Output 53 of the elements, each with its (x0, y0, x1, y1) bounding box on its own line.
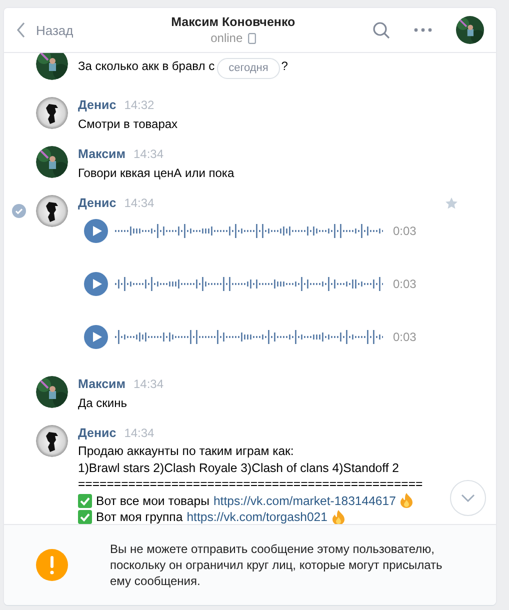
avatar-silhouette-icon[interactable] (36, 195, 68, 227)
voice-duration: 0:03 (393, 276, 416, 290)
message-text: Вот все мои товары (96, 492, 210, 509)
star-icon[interactable] (445, 197, 458, 210)
author-name[interactable]: Максим (78, 147, 126, 161)
message-text: За сколько акк в бравл с (78, 58, 215, 74)
avatar-silhouette-icon[interactable] (36, 425, 68, 457)
more-icon[interactable] (414, 28, 432, 32)
author-name[interactable]: Максим (78, 377, 126, 391)
contact-name: Максим Коновченко (171, 15, 296, 29)
phone-icon (248, 32, 256, 44)
back-button[interactable]: Назад (16, 22, 74, 38)
online-status: online (210, 31, 243, 45)
message-text: Да скинь (78, 395, 128, 412)
avatar-silhouette-icon[interactable] (36, 97, 68, 129)
message-text: ? (281, 58, 288, 74)
warning-icon (36, 549, 68, 581)
message-time: 14:34 (124, 426, 154, 440)
fire-icon (400, 493, 413, 508)
search-icon[interactable] (373, 22, 390, 38)
fire-icon (332, 510, 344, 524)
link[interactable]: https://vk.com/torgash021 (186, 509, 328, 524)
waveform-drawing[interactable] (115, 276, 383, 292)
author-name[interactable]: Денис (78, 196, 116, 210)
message-text: ================================================ (78, 476, 423, 492)
waveform-drawing[interactable] (115, 328, 383, 344)
message-time: 14:34 (134, 147, 164, 161)
message-time: 14:32 (124, 98, 154, 112)
author-name[interactable]: Денис (78, 98, 116, 112)
chevron-down-icon (461, 494, 475, 502)
play-button[interactable] (84, 324, 108, 348)
date-badge: сегодня (216, 58, 280, 79)
waveform-drawing[interactable] (115, 222, 383, 238)
message-time: 14:34 (124, 196, 154, 210)
message-text: Продаю аккаунты по таким играм как: (78, 443, 295, 460)
chevron-left-icon (16, 22, 26, 38)
notice-text: Вы не можете отправить сообщение этому пользователю, поскольку он ограничил круг лиц, которые могут присылать ему сообщения. (110, 541, 444, 589)
play-button[interactable] (84, 272, 108, 296)
message-text: 1)Brawl stars 2)Clash Royale 3)Clash of clans 4)Standoff 2 (78, 460, 400, 476)
message-text: Вот моя группа (96, 509, 183, 524)
play-button[interactable] (84, 218, 108, 242)
link[interactable]: https://vk.com/market-183144617 (213, 492, 396, 509)
message-time: 14:34 (134, 377, 164, 391)
voice-duration: 0:03 (393, 330, 416, 344)
message-text: Говори квкая ценА или пока (78, 165, 234, 182)
check-mark-icon (78, 494, 92, 508)
play-icon (92, 278, 102, 288)
selected-check-icon[interactable] (12, 204, 26, 218)
message-text: Смотри в товарах (78, 116, 178, 133)
author-name[interactable]: Денис (78, 426, 116, 440)
voice-duration: 0:03 (393, 224, 416, 238)
play-icon (92, 226, 102, 236)
play-icon (92, 332, 102, 342)
